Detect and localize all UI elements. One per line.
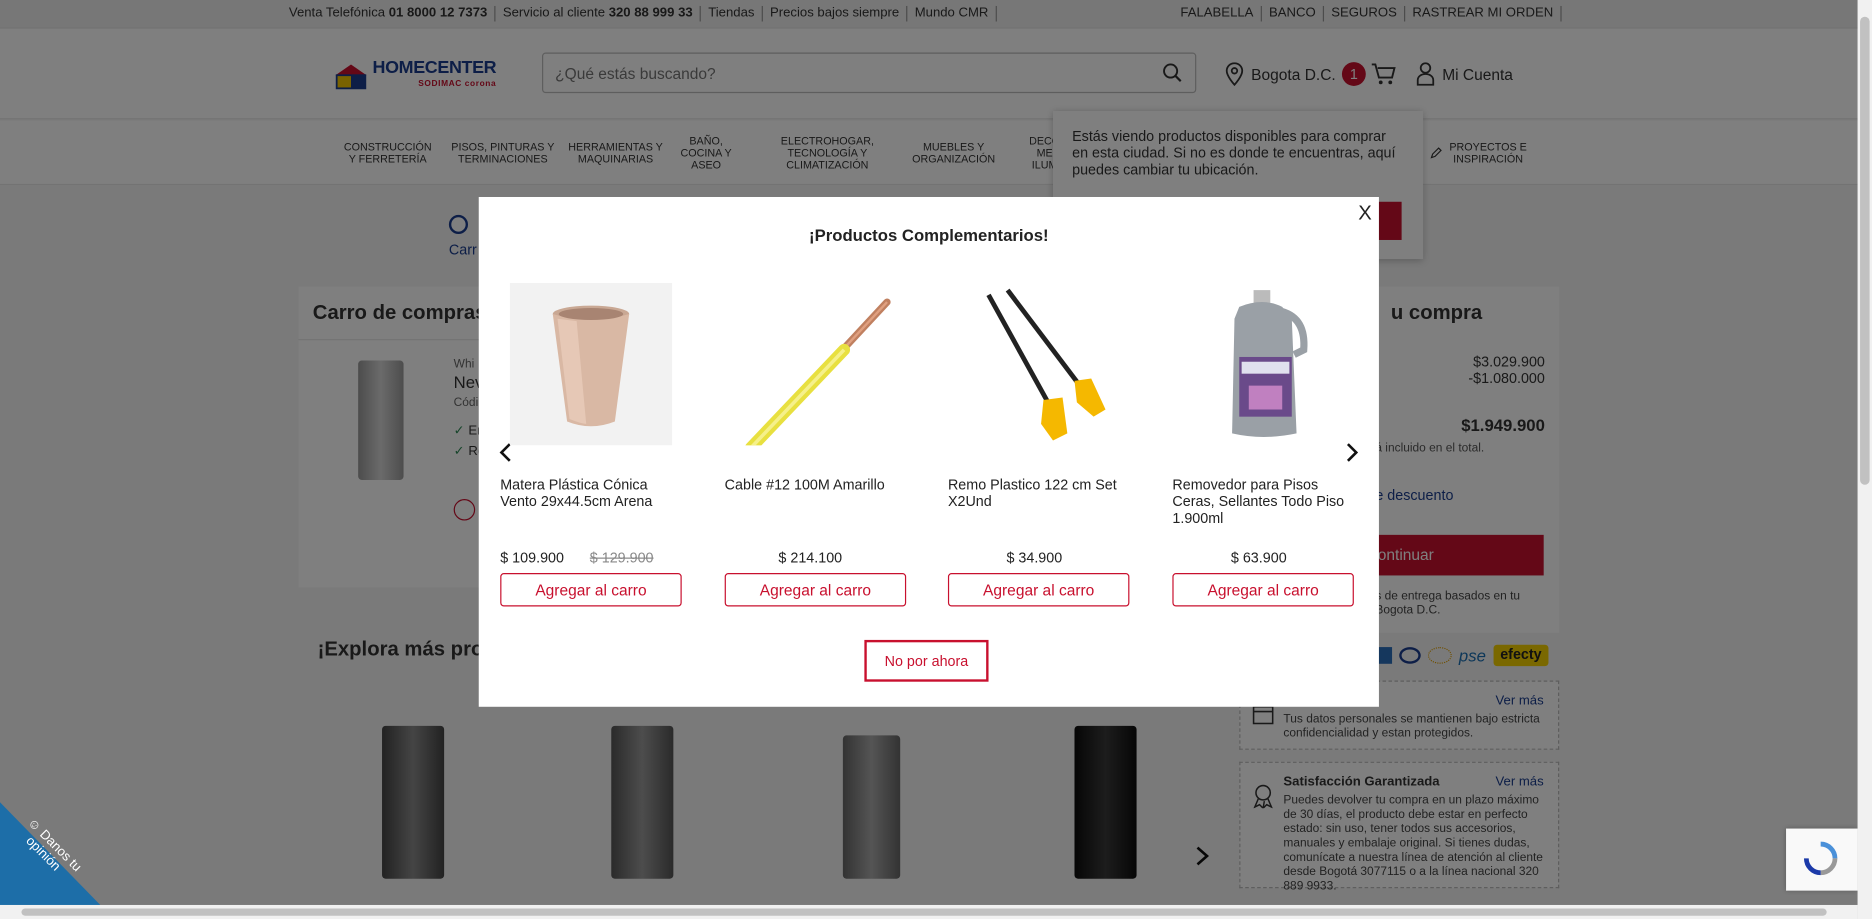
product-name[interactable]: Cable #12 100M Amarillo bbox=[725, 476, 906, 493]
modal-title: ¡Productos Complementarios! bbox=[809, 225, 1049, 245]
scrollbar-thumb[interactable] bbox=[1860, 16, 1870, 485]
product-price: $ 34.900 bbox=[1006, 549, 1063, 566]
close-button[interactable]: X bbox=[1358, 202, 1372, 226]
product-name[interactable]: Remo Plastico 122 cm Set X2Und bbox=[948, 476, 1129, 509]
product-card: Remo Plastico 122 cm Set X2Und $ 34.900 … bbox=[947, 282, 1130, 607]
product-card: Removedor para Pisos Ceras, Sellantes To… bbox=[1172, 282, 1354, 607]
recaptcha-icon bbox=[1803, 841, 1838, 876]
product-card: Cable #12 100M Amarillo $ 214.100 Agrega… bbox=[724, 282, 907, 607]
not-now-button[interactable]: No por ahora bbox=[864, 639, 989, 682]
product-name[interactable]: Removedor para Pisos Ceras, Sellantes To… bbox=[1172, 476, 1353, 526]
product-price: $ 214.100 bbox=[778, 549, 843, 566]
product-name[interactable]: Matera Plástica Cónica Vento 29x44.5cm A… bbox=[500, 476, 681, 509]
add-to-cart-button[interactable]: Agregar al carro bbox=[724, 573, 907, 607]
recaptcha-badge[interactable] bbox=[1786, 828, 1858, 891]
vertical-scrollbar[interactable] bbox=[1857, 0, 1872, 919]
cable-image[interactable] bbox=[734, 282, 897, 446]
complementary-products-modal: X ¡Productos Complementarios! Matera Plá… bbox=[478, 196, 1379, 707]
page: Venta Telefónica 01 8000 12 7373 Servici… bbox=[0, 0, 1872, 919]
product-card: Matera Plástica Cónica Vento 29x44.5cm A… bbox=[500, 282, 682, 607]
scrollbar-thumb[interactable] bbox=[21, 908, 1827, 916]
horizontal-scrollbar[interactable] bbox=[0, 904, 1858, 919]
product-old-price: $ 129.900 bbox=[589, 549, 654, 566]
add-to-cart-button[interactable]: Agregar al carro bbox=[500, 573, 682, 607]
add-to-cart-button[interactable]: Agregar al carro bbox=[1172, 573, 1354, 607]
planter-image[interactable] bbox=[509, 282, 673, 446]
paddle-image[interactable] bbox=[957, 282, 1120, 446]
product-price: $ 109.900 bbox=[500, 549, 564, 566]
floor-cleaner-bottle-image[interactable] bbox=[1181, 282, 1345, 446]
add-to-cart-button[interactable]: Agregar al carro bbox=[947, 573, 1130, 607]
product-price: $ 63.900 bbox=[1230, 549, 1287, 566]
